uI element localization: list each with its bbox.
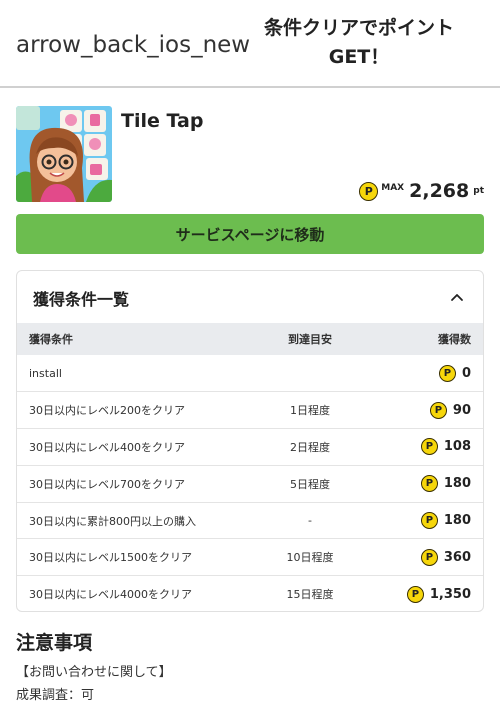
points-value: 180 [443, 476, 471, 492]
column-header-condition: 獲得条件 [29, 333, 73, 346]
arrow-back-icon[interactable]: arrow_back_ios_new [16, 32, 250, 58]
estimate-cell: 1日程度 [237, 391, 383, 430]
notes-investigation-line: 成果調査：可 [16, 688, 95, 703]
condition-cell: 30日以内にレベル200をクリア [17, 391, 237, 430]
point-coin-icon: P [420, 475, 438, 493]
max-points-value: 2,268 [409, 180, 470, 202]
points-value: 1,350 [429, 586, 471, 602]
points-value: 180 [443, 513, 471, 529]
point-coin-icon: P [420, 512, 438, 530]
estimate-cell: 2日程度 [237, 428, 383, 466]
point-coin-icon: P [429, 401, 447, 419]
point-coin-icon: P [359, 181, 379, 201]
points-value: 0 [461, 365, 471, 381]
points-cell: P 1,350 [383, 576, 483, 611]
point-coin-icon: P [406, 585, 424, 603]
app-icon-image [16, 106, 112, 202]
points-unit: pt [473, 186, 484, 196]
condition-cell: 30日以内にレベル400をクリア [17, 428, 237, 466]
max-points: P MAX 2,268 pt [359, 178, 484, 204]
estimate-cell: 5日程度 [237, 465, 383, 503]
points-cell: P 90 [383, 391, 483, 430]
points-cell: P0 [383, 355, 483, 393]
column-header-points: 獲得数 [438, 333, 471, 346]
table-row: 30日以内にレベル4000をクリア 15日程度 P 1,350 [17, 576, 483, 611]
table-row: 30日以内にレベル200をクリア 1日程度 P 90 [17, 391, 483, 430]
condition-cell: 30日以内にレベル4000をクリア [29, 588, 192, 602]
conditions-panel-header[interactable]: 獲得条件一覧 [17, 271, 483, 323]
page-title: 条件クリアでポイントGET！ [263, 17, 454, 68]
condition-cell: 30日以内に累計800円以上の購入 [17, 502, 237, 540]
table-row: 30日以内にレベル1500をクリア 10日程度 P 360 [17, 538, 483, 577]
points-cell: P 360 [383, 538, 483, 577]
column-header-estimate: 到達目安 [288, 333, 332, 346]
point-coin-icon: P [420, 438, 438, 456]
condition-cell: 30日以内にレベル1500をクリア [17, 538, 237, 577]
estimate-cell: - [237, 502, 383, 540]
app-name: Tile Tap [121, 110, 204, 132]
service-page-button[interactable]: サービスページに移動 [16, 214, 484, 254]
top-bar: arrow_back_ios_new 条件クリアでポイントGET！ [0, 0, 500, 88]
conditions-table: 獲得条件 到達目安 獲得数 install P0 30日以内にレベル200をクリ… [17, 323, 483, 611]
notes-heading: 注意事項 [16, 632, 93, 654]
conditions-panel: 獲得条件一覧 獲得条件 到達目安 獲得数 install P0 30日以内にレベ… [16, 270, 484, 612]
max-label: MAX [381, 183, 405, 193]
table-row: 30日以内にレベル700をクリア 5日程度 P 180 [17, 465, 483, 503]
condition-cell: 30日以内にレベル700をクリア [17, 465, 237, 503]
point-coin-icon: P [420, 548, 438, 566]
estimate-cell: 15日程度 [286, 588, 334, 602]
table-row: 30日以内に累計800円以上の購入 - P 180 [17, 502, 483, 540]
table-row: 30日以内にレベル400をクリア 2日程度 P 108 [17, 428, 483, 466]
table-header-row: 獲得条件 到達目安 獲得数 [17, 323, 483, 355]
points-value: 90 [452, 402, 471, 418]
points-cell: P 180 [383, 465, 483, 503]
point-coin-icon: P [438, 364, 456, 382]
table-row: install P0 [17, 355, 483, 393]
points-value: 108 [443, 439, 471, 455]
conditions-title: 獲得条件一覧 [33, 290, 130, 309]
notes-inquiry-line: 【お問い合わせに関して】 [16, 665, 172, 680]
chevron-up-icon[interactable] [449, 289, 465, 305]
points-value: 360 [443, 549, 471, 565]
estimate-cell: 10日程度 [237, 538, 383, 577]
condition-cell: install [17, 355, 237, 393]
estimate-cell [237, 355, 383, 393]
points-cell: P 108 [383, 428, 483, 466]
points-cell: P 180 [383, 502, 483, 540]
